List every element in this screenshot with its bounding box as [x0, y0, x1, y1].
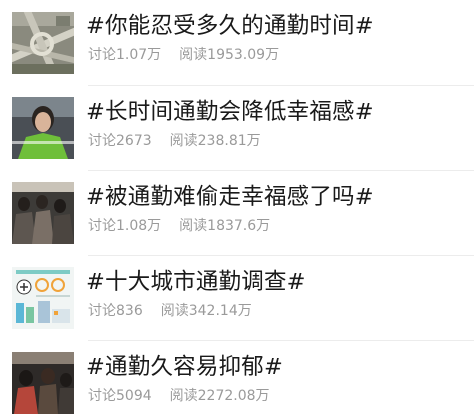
topic-title[interactable]: #通勤久容易抑郁#: [86, 352, 283, 382]
read-label: 阅读: [169, 133, 198, 149]
topic-item[interactable]: #长时间通勤会降低幸福感# 讨论2673 阅读238.81万: [0, 86, 474, 174]
topic-stats: 讨论5094 阅读2272.08万: [88, 386, 270, 406]
discuss-count: 1.07万: [116, 47, 162, 63]
topic-thumbnail-subway[interactable]: [12, 182, 74, 244]
read-count: 238.81万: [197, 133, 261, 149]
read-count: 342.14万: [188, 303, 252, 319]
topic-item[interactable]: #你能忍受多久的通勤时间# 讨论1.07万 阅读1953.09万: [0, 0, 474, 88]
discuss-label: 讨论: [88, 218, 116, 234]
discuss-label: 讨论: [88, 133, 116, 149]
topic-stats: 讨论1.08万 阅读1837.6万: [88, 216, 270, 236]
read-count: 2272.08万: [197, 388, 270, 404]
subway-photo-icon: [12, 182, 74, 244]
read-label: 阅读: [179, 218, 208, 234]
discuss-count: 2673: [116, 133, 152, 149]
read-label: 阅读: [169, 388, 198, 404]
read-label: 阅读: [179, 47, 208, 63]
topic-thumbnail-crowd[interactable]: [12, 352, 74, 414]
discuss-count: 836: [116, 303, 143, 319]
topic-title[interactable]: #长时间通勤会降低幸福感#: [86, 97, 374, 127]
topic-stats: 讨论836 阅读342.14万: [88, 301, 252, 321]
topic-item[interactable]: #通勤久容易抑郁# 讨论5094 阅读2272.08万: [0, 341, 474, 420]
topic-stats: 讨论2673 阅读238.81万: [88, 131, 261, 151]
topic-item[interactable]: #被通勤难偷走幸福感了吗# 讨论1.08万 阅读1837.6万: [0, 171, 474, 259]
discuss-label: 讨论: [88, 388, 116, 404]
topic-item[interactable]: #十大城市通勤调查# 讨论836 阅读342.14万: [0, 256, 474, 344]
topic-thumbnail-woman[interactable]: [12, 97, 74, 159]
overpass-image-icon: [12, 12, 74, 74]
topic-title[interactable]: #你能忍受多久的通勤时间#: [86, 11, 374, 41]
read-count: 1837.6万: [207, 218, 271, 234]
topic-title[interactable]: #十大城市通勤调查#: [86, 267, 306, 297]
crowd-photo-icon: [12, 352, 74, 414]
read-label: 阅读: [160, 303, 189, 319]
topic-stats: 讨论1.07万 阅读1953.09万: [88, 45, 279, 65]
discuss-label: 讨论: [88, 47, 116, 63]
topic-thumbnail-overpass[interactable]: [12, 12, 74, 74]
discuss-count: 1.08万: [116, 218, 162, 234]
infographic-image-icon: [12, 267, 74, 329]
topic-thumbnail-infographic[interactable]: [12, 267, 74, 329]
topic-title[interactable]: #被通勤难偷走幸福感了吗#: [86, 182, 374, 212]
discuss-count: 5094: [116, 388, 152, 404]
woman-photo-icon: [12, 97, 74, 159]
topic-list: #你能忍受多久的通勤时间# 讨论1.07万 阅读1953.09万 #长时间通勤会降…: [0, 0, 474, 420]
discuss-label: 讨论: [88, 303, 116, 319]
read-count: 1953.09万: [207, 47, 280, 63]
